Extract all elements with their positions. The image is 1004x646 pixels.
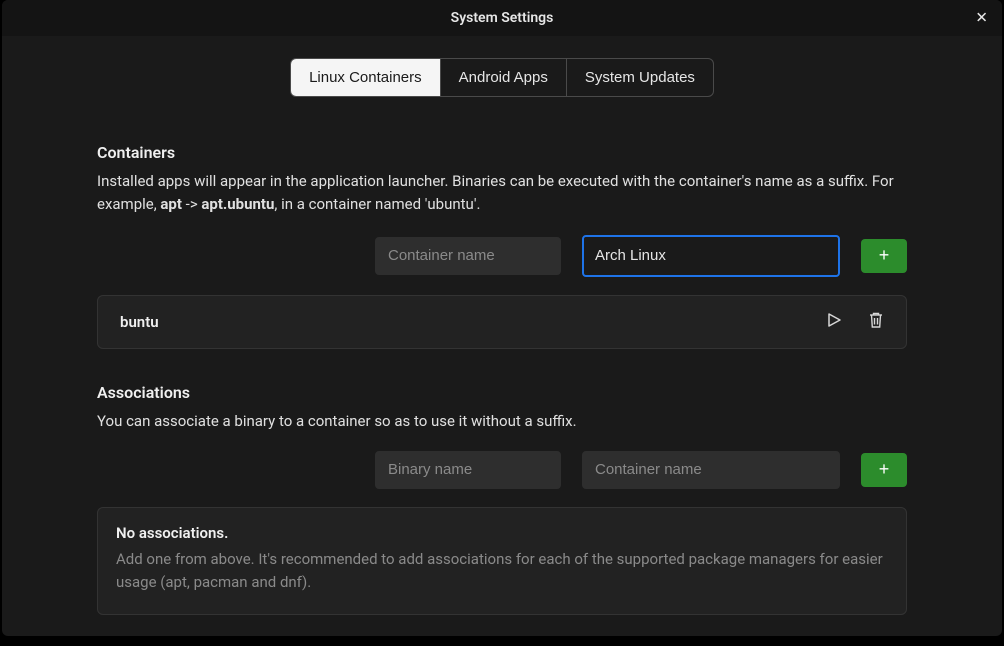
binary-name-input[interactable]	[375, 451, 561, 489]
containers-desc-bold1: apt	[160, 195, 182, 213]
container-name-label: buntu	[120, 313, 822, 331]
container-row-actions	[822, 307, 888, 336]
tab-system-updates[interactable]: System Updates	[567, 59, 713, 96]
container-list-item: buntu	[97, 295, 907, 349]
close-icon[interactable]: ✕	[975, 11, 988, 26]
delete-container-button[interactable]	[864, 307, 888, 336]
window-title: System Settings	[451, 10, 554, 26]
add-association-row: +	[97, 451, 907, 489]
trash-icon	[868, 311, 884, 332]
add-association-button[interactable]: +	[861, 453, 907, 487]
linux-containers-pane: Containers Installed apps will appear in…	[97, 143, 907, 615]
containers-desc-arrow: ->	[182, 195, 201, 213]
containers-heading: Containers	[97, 143, 907, 162]
add-container-row: +	[97, 235, 907, 277]
containers-description: Installed apps will appear in the applic…	[97, 170, 907, 217]
add-container-button[interactable]: +	[861, 239, 907, 273]
run-container-button[interactable]	[822, 308, 846, 335]
tab-linux-containers[interactable]: Linux Containers	[291, 59, 441, 96]
container-image-input[interactable]	[582, 235, 840, 277]
tab-android-apps[interactable]: Android Apps	[441, 59, 567, 96]
play-icon	[826, 312, 842, 331]
associations-empty-title: No associations.	[116, 524, 888, 542]
titlebar: System Settings ✕	[2, 0, 1002, 36]
content-area: Linux Containers Android Apps System Upd…	[2, 36, 1002, 636]
associations-empty-desc: Add one from above. It's recommended to …	[116, 548, 888, 595]
tab-bar: Linux Containers Android Apps System Upd…	[290, 58, 714, 97]
containers-desc-bold2: apt.ubuntu	[201, 195, 274, 213]
containers-desc-post: , in a container named 'ubuntu'.	[274, 195, 480, 213]
associations-empty-state: No associations. Add one from above. It'…	[97, 507, 907, 616]
associations-description: You can associate a binary to a containe…	[97, 410, 907, 433]
associations-heading: Associations	[97, 383, 907, 402]
association-container-input[interactable]	[582, 451, 840, 489]
settings-window: System Settings ✕ Linux Containers Andro…	[2, 0, 1002, 636]
container-name-input[interactable]	[375, 237, 561, 275]
